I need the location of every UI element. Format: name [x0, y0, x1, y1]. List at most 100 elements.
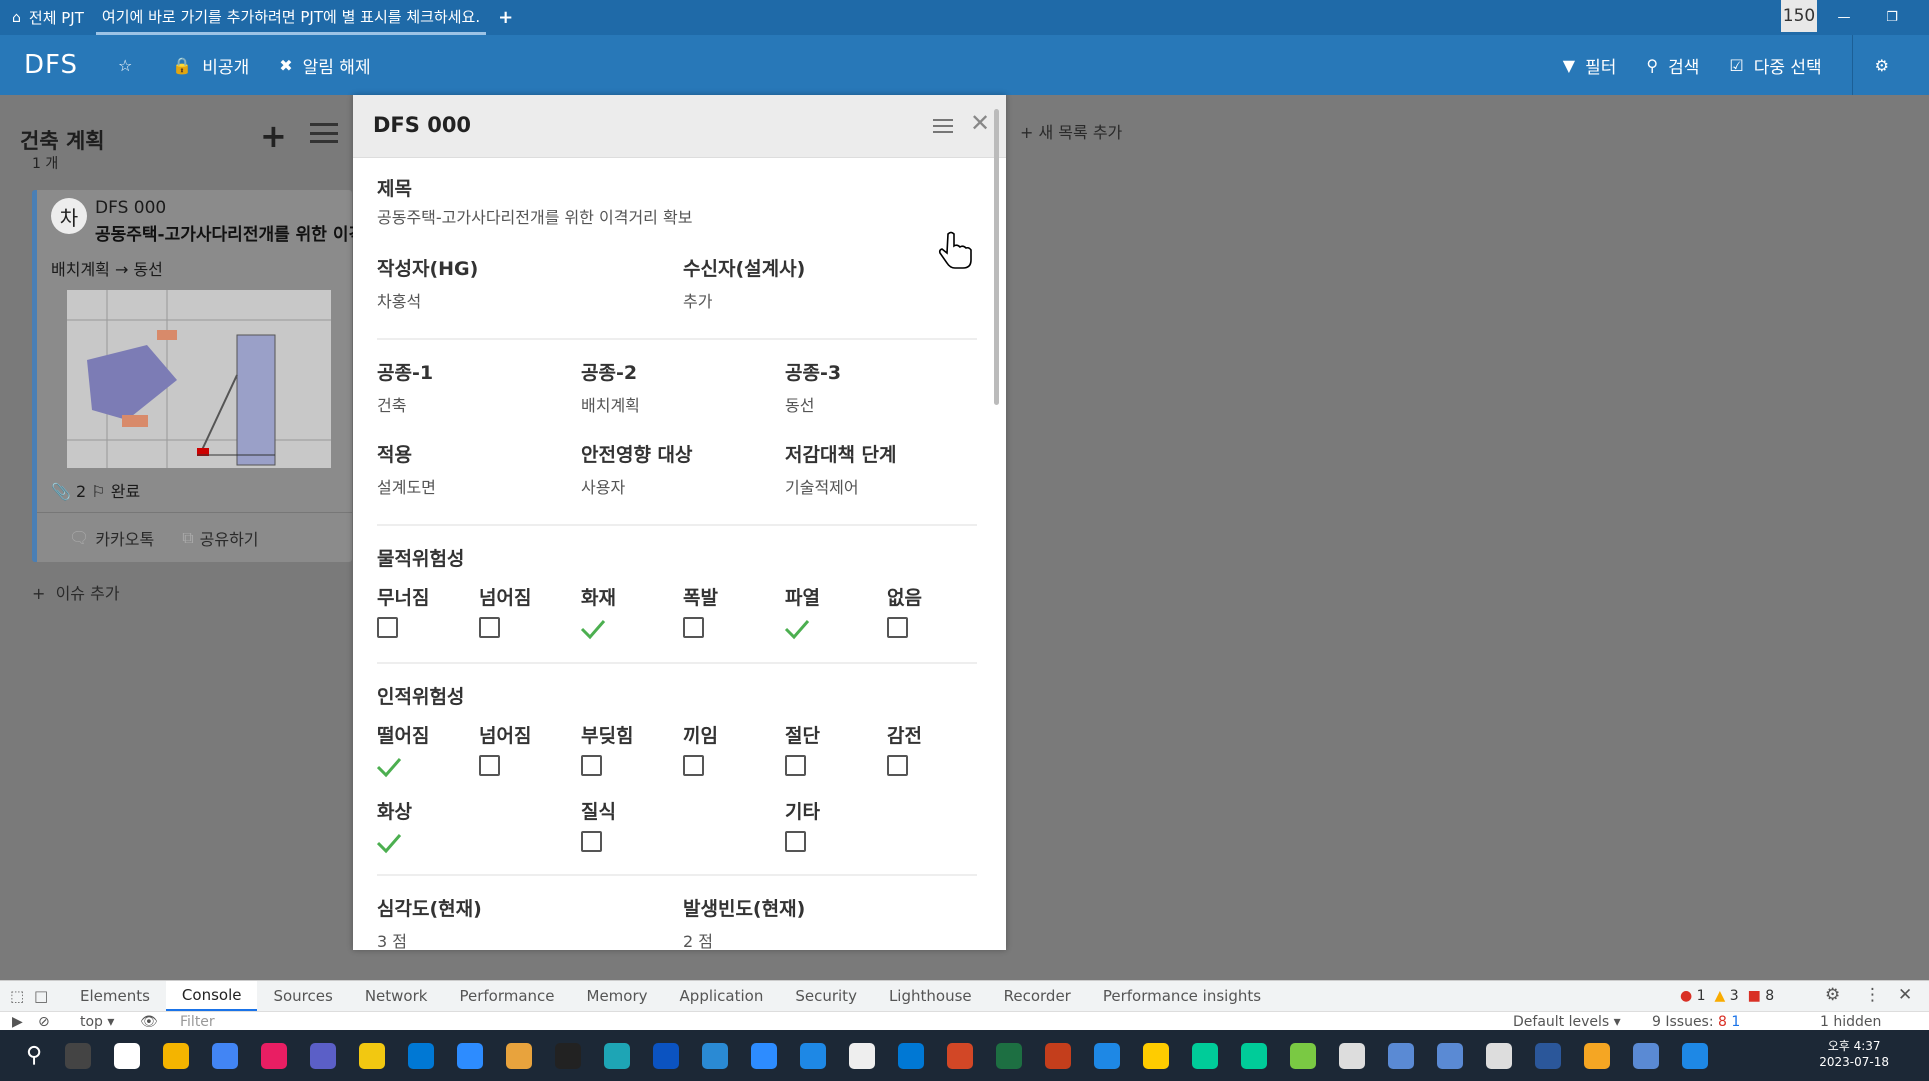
multi-select-button[interactable]: ☑ 다중 선택: [1729, 53, 1821, 78]
devtools-tab[interactable]: Console: [165, 981, 258, 1011]
taskbar-app-icon[interactable]: [1339, 1042, 1366, 1069]
human-risk-checkbox[interactable]: [581, 755, 602, 776]
column-menu-icon[interactable]: [310, 123, 338, 143]
kebab-menu-icon[interactable]: ⋮: [1864, 985, 1881, 1005]
safety-value[interactable]: 사용자: [581, 474, 625, 498]
author-value[interactable]: 차홍석: [377, 288, 421, 312]
taskbar-app-icon[interactable]: [1437, 1042, 1464, 1069]
add-tab-button[interactable]: +: [498, 7, 513, 28]
shortcut-hint-tab[interactable]: 여기에 바로 가기를 추가하려면 PJT에 별 표시를 체크하세요.: [95, 0, 487, 35]
taskbar-app-icon[interactable]: [702, 1042, 729, 1069]
kakao-share-button[interactable]: 🗨 카카오톡: [69, 526, 154, 550]
devtools-tab[interactable]: Security: [779, 981, 873, 1011]
panel-scrollbar[interactable]: [994, 109, 999, 405]
taskbar-clock[interactable]: 오후 4:37 2023-07-18: [1819, 1038, 1889, 1070]
devtools-tab[interactable]: Elements: [64, 981, 166, 1011]
taskbar-app-icon[interactable]: [1290, 1042, 1317, 1069]
column-title[interactable]: 건축 계획: [20, 125, 105, 155]
frequency-value[interactable]: 2 점: [683, 928, 713, 950]
physical-risk-checkbox[interactable]: [683, 617, 704, 638]
share-button[interactable]: ⧉ 공유하기: [182, 526, 258, 550]
taskbar-app-icon[interactable]: [898, 1042, 925, 1069]
devtools-tab[interactable]: Sources: [257, 981, 348, 1011]
taskbar-app-icon[interactable]: [65, 1042, 92, 1069]
physical-risk-checkmark-icon[interactable]: [783, 617, 811, 641]
devtools-close-icon[interactable]: ✕: [1898, 985, 1912, 1005]
log-levels-dropdown[interactable]: Default levels ▾: [1513, 1014, 1621, 1030]
apply-value[interactable]: 설계도면: [377, 474, 436, 498]
receiver-value[interactable]: 추가: [683, 288, 712, 312]
minimize-button[interactable]: —: [1824, 0, 1864, 35]
taskbar-app-icon[interactable]: [163, 1042, 190, 1069]
search-button[interactable]: ⚲ 검색: [1646, 53, 1699, 78]
taskbar-app-icon[interactable]: [310, 1042, 337, 1069]
human-risk-checkbox[interactable]: [785, 755, 806, 776]
human-risk-checkmark-icon[interactable]: [377, 755, 403, 779]
taskbar-app-icon[interactable]: [1241, 1042, 1268, 1069]
taskbar-app-icon[interactable]: [114, 1042, 141, 1069]
type2-value[interactable]: 배치계획: [581, 392, 640, 416]
private-toggle[interactable]: 🔒 비공개: [172, 53, 249, 78]
physical-risk-checkmark-icon[interactable]: [579, 617, 607, 641]
taskbar-app-icon[interactable]: [1682, 1042, 1709, 1069]
home-icon[interactable]: ⌂: [12, 10, 21, 26]
physical-risk-checkbox[interactable]: [887, 617, 908, 638]
physical-risk-checkbox[interactable]: [377, 617, 398, 638]
taskbar-app-icon[interactable]: [1192, 1042, 1219, 1069]
human-risk-checkbox[interactable]: [479, 755, 500, 776]
taskbar-app-icon[interactable]: [604, 1042, 631, 1069]
issues-button[interactable]: 9 Issues: 8 1: [1652, 1014, 1740, 1030]
context-selector[interactable]: top ▾: [80, 1014, 140, 1030]
clear-console-icon[interactable]: ⊘: [38, 1014, 64, 1030]
subject-value[interactable]: 공동주택-고가사다리전개를 위한 이격거리 확보: [377, 204, 692, 228]
taskbar-app-icon[interactable]: [555, 1042, 582, 1069]
taskbar-app-icon[interactable]: [1045, 1042, 1072, 1069]
devtools-tab[interactable]: Lighthouse: [873, 981, 988, 1011]
taskbar-app-icon[interactable]: [751, 1042, 778, 1069]
taskbar-app-icon[interactable]: [1535, 1042, 1562, 1069]
human-risk-checkmark-icon[interactable]: [377, 831, 403, 855]
console-filter-input[interactable]: Filter: [180, 1014, 215, 1030]
measure-value[interactable]: 기술적제어: [785, 474, 859, 498]
panel-menu-icon[interactable]: [933, 119, 953, 133]
inspect-icon[interactable]: ⬚: [10, 987, 34, 1005]
devtools-tab[interactable]: Performance: [443, 981, 570, 1011]
taskbar-app-icon[interactable]: [457, 1042, 484, 1069]
all-projects-link[interactable]: 전체 PJT: [29, 7, 84, 28]
taskbar-app-icon[interactable]: [1584, 1042, 1611, 1069]
taskbar-app-icon[interactable]: [1094, 1042, 1121, 1069]
devtools-tab[interactable]: Performance insights: [1087, 981, 1277, 1011]
filter-button[interactable]: ▼ 필터: [1563, 53, 1617, 78]
human-risk-checkbox[interactable]: [581, 831, 602, 852]
taskbar-app-icon[interactable]: [408, 1042, 435, 1069]
search-icon[interactable]: ⚲: [26, 1043, 42, 1068]
card-thumbnail[interactable]: [67, 290, 331, 468]
devtools-tab[interactable]: Recorder: [988, 981, 1087, 1011]
console-counters[interactable]: ● 1 ▲ 3 ■ 8: [1680, 981, 1774, 1011]
restore-button[interactable]: ❐: [1872, 0, 1912, 35]
taskbar-app-icon[interactable]: [653, 1042, 680, 1069]
human-risk-checkbox[interactable]: [785, 831, 806, 852]
human-risk-checkbox[interactable]: [683, 755, 704, 776]
taskbar-app-icon[interactable]: [800, 1042, 827, 1069]
close-icon[interactable]: ✕: [970, 109, 990, 137]
type3-value[interactable]: 동선: [785, 392, 814, 416]
taskbar-app-icon[interactable]: [506, 1042, 533, 1069]
taskbar-app-icon[interactable]: [1388, 1042, 1415, 1069]
add-issue-button[interactable]: + 이슈 추가: [32, 580, 120, 604]
type1-value[interactable]: 건축: [377, 392, 406, 416]
add-card-button[interactable]: +: [260, 117, 287, 155]
mute-notifications-button[interactable]: ✖ 알림 해제: [279, 53, 370, 78]
star-button[interactable]: ☆: [118, 56, 142, 75]
sidebar-toggle-icon[interactable]: ▶: [12, 1014, 38, 1030]
devtools-settings-icon[interactable]: ⚙: [1825, 985, 1840, 1005]
taskbar-app-icon[interactable]: [947, 1042, 974, 1069]
devtools-tab[interactable]: Memory: [571, 981, 664, 1011]
taskbar-app-icon[interactable]: [996, 1042, 1023, 1069]
device-toggle-icon[interactable]: □: [34, 987, 64, 1005]
taskbar-app-icon[interactable]: [212, 1042, 239, 1069]
taskbar-app-icon[interactable]: [261, 1042, 288, 1069]
settings-button[interactable]: ⚙: [1875, 56, 1899, 75]
taskbar-app-icon[interactable]: [1143, 1042, 1170, 1069]
taskbar-app-icon[interactable]: [1633, 1042, 1660, 1069]
